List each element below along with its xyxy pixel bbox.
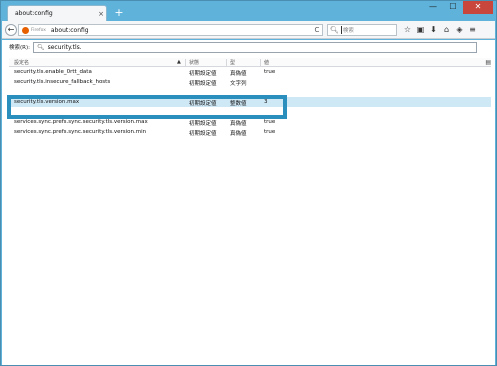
pref-type: 真偽値 [230,121,247,127]
filter-input[interactable]: 🔍︎ security.tls. [32,41,477,53]
header-name[interactable]: 設定名 [14,59,29,66]
search-input[interactable]: 🔍︎ 検索 [327,24,397,36]
header-type[interactable]: 型 [230,59,235,66]
minimize-button[interactable]: — [423,1,443,14]
clipboard-icon[interactable]: ▣ [414,24,427,36]
pref-value: true [264,129,276,135]
table-header: 設定名 ▲ 状態 型 値 ▤ [9,58,491,67]
browser-window: about:config × + — ☐ ✕ ← Firefox about:c… [0,0,497,366]
search-icon[interactable]: 🔍︎ [330,26,339,34]
pref-value: true [264,119,276,125]
table-row[interactable]: services.sync.prefs.sync.security.tls.ve… [9,127,491,137]
title-bar: about:config × + — ☐ ✕ [1,1,496,21]
sort-ascending-icon: ▲ [177,59,181,65]
filter-value[interactable]: security.tls. [48,44,82,51]
close-tab-icon[interactable]: × [96,10,106,18]
close-window-button[interactable]: ✕ [463,1,493,14]
header-status[interactable]: 状態 [189,59,199,66]
pref-name: services.sync.prefs.sync.security.tls.ve… [14,129,147,135]
pref-type: 真偽値 [230,71,247,77]
toolbar-icons: ☆ ▣ ⬇ ⌂ ◈ ≡ [401,24,479,36]
pref-name: security.tls.enable_0rtt_data [14,69,92,75]
home-icon[interactable]: ⌂ [440,24,453,36]
header-value[interactable]: 値 [264,59,269,66]
maximize-button[interactable]: ☐ [443,1,463,14]
filter-row: 検索(R): 🔍︎ security.tls. [9,41,491,53]
column-picker-icon[interactable]: ▤ [485,59,491,66]
column-divider [260,59,261,66]
pref-type: 真偽値 [230,131,247,137]
filter-label: 検索(R): [9,45,30,51]
window-controls: — ☐ ✕ [423,1,493,14]
pref-type: 文字列 [230,81,247,87]
star-icon[interactable]: ☆ [401,24,414,36]
navigation-toolbar: ← Firefox about:config C 🔍︎ 検索 ☆ ▣ ⬇ ⌂ ◈… [2,21,495,39]
column-divider [226,59,227,66]
back-button[interactable]: ← [5,24,17,36]
reload-icon[interactable]: C [312,26,322,34]
search-placeholder: 検索 [340,26,354,34]
pref-name: security.tls.insecure_fallback_hosts [14,79,111,85]
pref-status: 初期設定値 [189,81,217,87]
pref-status: 初期設定値 [189,71,217,77]
new-tab-button[interactable]: + [113,7,125,19]
url-bar[interactable]: Firefox about:config C [18,24,323,36]
pocket-icon[interactable]: ◈ [453,24,466,36]
tab-about-config[interactable]: about:config × [7,5,107,21]
pref-value: true [264,69,276,75]
identity-label[interactable]: Firefox [31,28,46,33]
magnifier-icon: 🔍︎ [36,43,45,51]
tab-title: about:config [15,10,53,17]
url-text[interactable]: about:config [51,27,312,34]
highlight-frame [7,95,287,119]
pref-status: 初期設定値 [189,131,217,137]
table-row[interactable]: security.tls.insecure_fallback_hosts 初期設定… [9,77,491,87]
column-divider [185,59,186,66]
firefox-icon [22,26,29,34]
menu-icon[interactable]: ≡ [466,24,479,36]
download-icon[interactable]: ⬇ [427,24,440,36]
table-row[interactable]: security.tls.enable_0rtt_data 初期設定値 真偽値 tru… [9,67,491,77]
pref-name: services.sync.prefs.sync.security.tls.ve… [14,119,148,125]
pref-status: 初期設定値 [189,121,217,127]
about-config-page: 検索(R): 🔍︎ security.tls. 設定名 ▲ 状態 型 値 ▤ s… [2,40,495,365]
